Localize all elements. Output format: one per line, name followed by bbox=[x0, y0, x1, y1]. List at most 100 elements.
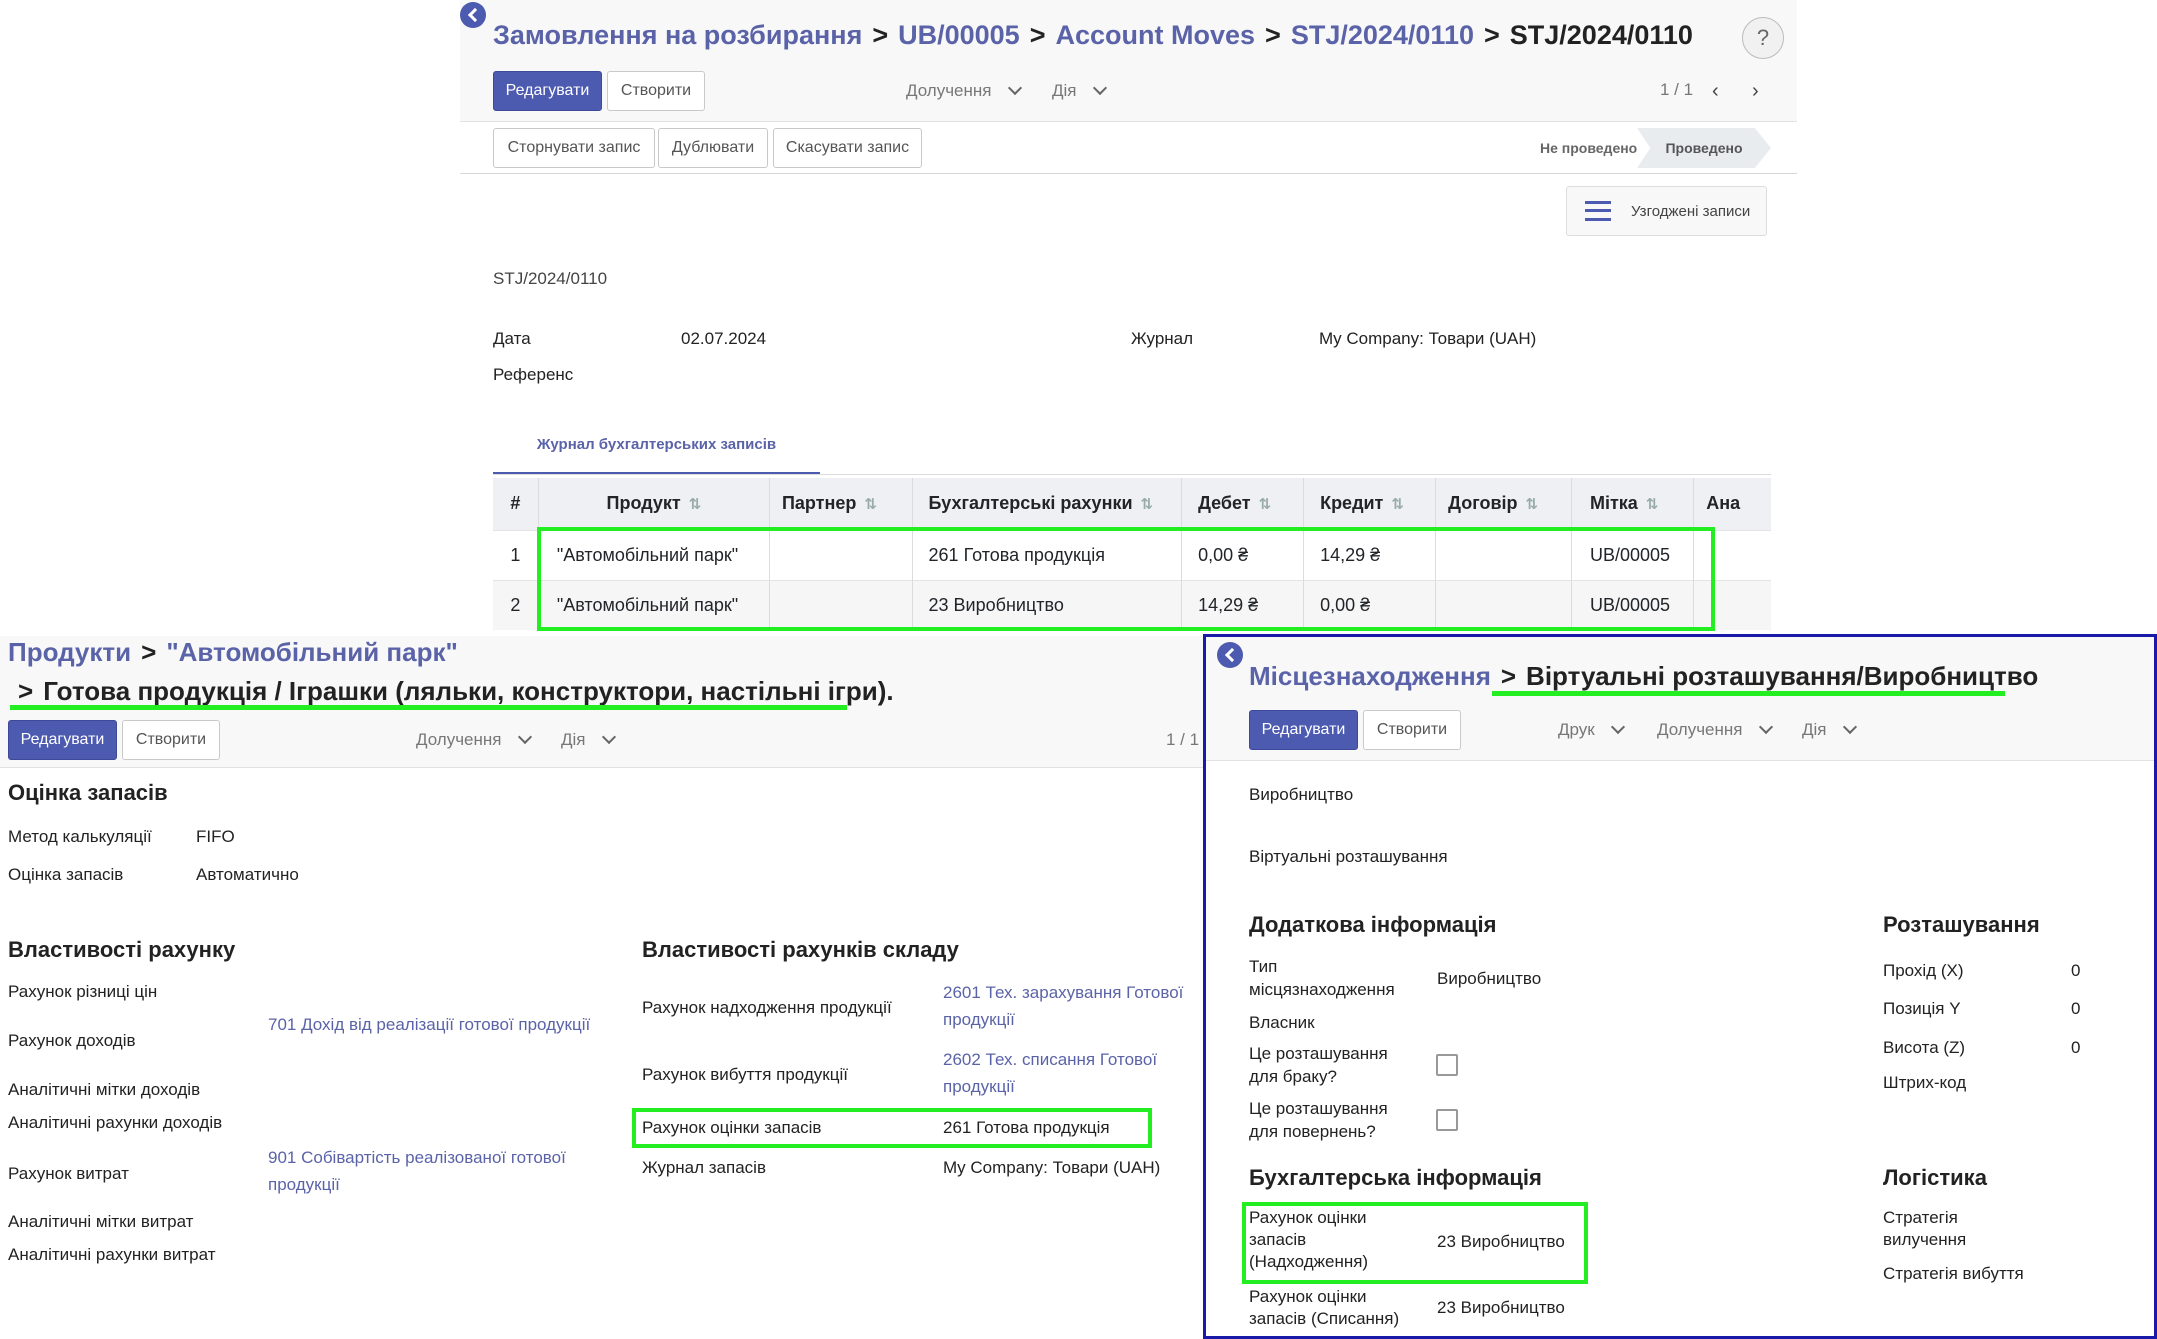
col-debit[interactable]: Дебет ⇅ bbox=[1181, 478, 1305, 530]
status-draft[interactable]: Не проведено bbox=[1540, 140, 1637, 156]
field-label: Стратегія вилучення bbox=[1883, 1208, 1967, 1250]
back-icon[interactable] bbox=[460, 2, 486, 28]
tab-journal-items[interactable]: Журнал бухгалтерських записів bbox=[493, 434, 820, 474]
cancel-entry-button[interactable]: Скасувати запис bbox=[773, 128, 922, 168]
entry-name: STJ/2024/0110 bbox=[493, 269, 608, 288]
sort-icon: ⇅ bbox=[1258, 496, 1272, 514]
sort-icon: ⇅ bbox=[1140, 496, 1154, 514]
col-credit[interactable]: Кредит ⇅ bbox=[1303, 478, 1437, 530]
pos-y-value[interactable]: 0 bbox=[2071, 998, 2080, 1021]
breadcrumb-current: STJ/2024/0110 bbox=[1509, 20, 1693, 50]
reconciled-button[interactable]: Узгоджені записи bbox=[1566, 186, 1767, 236]
attachments-dropdown[interactable]: Долучення bbox=[1657, 719, 1773, 740]
col-product[interactable]: Продукт ⇅ bbox=[538, 478, 770, 530]
attachments-dropdown[interactable]: Долучення bbox=[416, 729, 532, 750]
journal-value[interactable]: My Company: Товари (UAH) bbox=[1319, 328, 1536, 351]
field-label: Аналітичні рахунки витрат bbox=[8, 1245, 216, 1264]
action-dropdown[interactable]: Дія bbox=[561, 729, 616, 750]
pager-value: 1 / 1 bbox=[1166, 730, 1200, 749]
col-partner[interactable]: Партнер ⇅ bbox=[769, 478, 913, 530]
dropdown-label: Долучення bbox=[416, 730, 502, 749]
highlight-underline bbox=[10, 705, 847, 710]
breadcrumb: Замовлення на розбирання > UB/00005 > Acco… bbox=[493, 20, 1693, 51]
field-label: Власник bbox=[1249, 1013, 1315, 1032]
reverse-button[interactable]: Сторнувати запис bbox=[493, 128, 655, 168]
field-label: Тип місцязнаходження bbox=[1249, 957, 1395, 999]
action-dropdown[interactable]: Дія bbox=[1052, 80, 1107, 101]
income-account-link[interactable]: 701 Дохід від реалізації готової продукц… bbox=[268, 1011, 598, 1038]
location-type-value[interactable]: Виробництво bbox=[1437, 968, 1541, 991]
return-checkbox[interactable] bbox=[1436, 1109, 1458, 1131]
pos-z-value[interactable]: 0 bbox=[2071, 1037, 2080, 1060]
col-number: # bbox=[493, 478, 539, 530]
expense-account-link[interactable]: 901 Собівартість реалізованої готової пр… bbox=[268, 1144, 598, 1198]
col-analytic[interactable]: Ана bbox=[1693, 478, 1771, 530]
breadcrumb-item[interactable]: Account Moves bbox=[1055, 20, 1255, 51]
field-label: Оцінка запасів bbox=[8, 865, 124, 884]
status-posted[interactable]: Проведено bbox=[1637, 128, 1771, 168]
col-label: Кредит bbox=[1320, 493, 1384, 514]
field-label: Рахунок оцінки запасів (Списання) bbox=[1249, 1287, 1400, 1329]
field-label: Аналітичні мітки витрат bbox=[8, 1212, 194, 1231]
action-dropdown[interactable]: Дія bbox=[1802, 719, 1857, 740]
create-button[interactable]: Створити bbox=[1363, 710, 1461, 750]
field-label: Висота (Z) bbox=[1883, 1038, 1966, 1057]
pager-prev-icon[interactable]: ‹ bbox=[1712, 80, 1719, 103]
sort-icon: ⇅ bbox=[1525, 496, 1539, 514]
col-account[interactable]: Бухгалтерські рахунки ⇅ bbox=[912, 478, 1183, 530]
breadcrumb-item[interactable]: STJ/2024/0110 bbox=[1291, 20, 1474, 51]
breadcrumb-item[interactable]: "Автомобільний парк" bbox=[166, 637, 458, 668]
dropdown-label: Друк bbox=[1558, 720, 1595, 739]
breadcrumb-item[interactable]: Продукти bbox=[8, 637, 131, 668]
breadcrumb-current: Віртуальні розташування/Виробництво bbox=[1526, 661, 2039, 691]
col-label-tag[interactable]: Мітка ⇅ bbox=[1571, 478, 1695, 530]
breadcrumb-item[interactable]: Місцезнаходження bbox=[1249, 661, 1491, 692]
attachments-dropdown[interactable]: Долучення bbox=[906, 80, 1022, 101]
highlight-box bbox=[1242, 1202, 1588, 1284]
valuation-out-link[interactable]: 23 Виробництво bbox=[1437, 1297, 1565, 1320]
section-title: Розташування bbox=[1883, 912, 2040, 937]
breadcrumb-current: > Готова продукція / Іграшки (ляльки, кон… bbox=[18, 676, 894, 706]
scrap-checkbox[interactable] bbox=[1436, 1054, 1458, 1076]
duplicate-button[interactable]: Дублювати bbox=[658, 128, 768, 168]
print-dropdown[interactable]: Друк bbox=[1558, 719, 1625, 740]
field-label: Аналітичні рахунки доходів bbox=[8, 1113, 223, 1132]
sort-icon: ⇅ bbox=[1391, 496, 1404, 514]
col-contract[interactable]: Договір ⇅ bbox=[1435, 478, 1572, 530]
stock-output-link[interactable]: 2602 Тех. списання Готової продукції bbox=[943, 1046, 1203, 1100]
field-label: Рахунок різниці цін bbox=[8, 982, 158, 1001]
section-title: Властивості рахунків складу bbox=[642, 937, 959, 962]
col-label: Дебет bbox=[1198, 493, 1251, 514]
edit-button[interactable]: Редагувати bbox=[493, 71, 602, 111]
pos-x-value[interactable]: 0 bbox=[2071, 960, 2080, 983]
pager-next-icon[interactable]: › bbox=[1752, 80, 1759, 103]
field-label: Рахунок надходження продукції bbox=[642, 998, 892, 1017]
valuation-value[interactable]: Автоматично bbox=[196, 864, 299, 887]
dropdown-label: Дія bbox=[1802, 720, 1827, 739]
sort-icon: ⇅ bbox=[1645, 496, 1659, 514]
breadcrumb-current-text: Готова продукція / Іграшки (ляльки, конс… bbox=[43, 676, 894, 706]
cost-method-value[interactable]: FIFO bbox=[196, 826, 235, 849]
location-name[interactable]: Виробництво bbox=[1249, 784, 1353, 807]
stock-journal-link[interactable]: My Company: Товари (UAH) bbox=[943, 1157, 1160, 1180]
stock-input-link[interactable]: 2601 Тех. зарахування Готової продукції bbox=[943, 979, 1203, 1033]
breadcrumb-item[interactable]: Замовлення на розбирання bbox=[493, 20, 862, 51]
create-button[interactable]: Створити bbox=[607, 71, 705, 111]
date-value[interactable]: 02.07.2024 bbox=[681, 328, 766, 351]
dropdown-label: Дія bbox=[1052, 81, 1077, 100]
edit-button[interactable]: Редагувати bbox=[8, 720, 117, 760]
dropdown-label: Долучення bbox=[906, 81, 992, 100]
field-label: Штрих-код bbox=[1883, 1073, 1967, 1092]
parent-location-link[interactable]: Віртуальні розташування bbox=[1249, 846, 1448, 869]
help-icon[interactable]: ? bbox=[1742, 17, 1784, 59]
section-title: Оцінка запасів bbox=[8, 780, 168, 805]
cell: 2 bbox=[493, 579, 539, 630]
col-label: Продукт bbox=[606, 493, 681, 514]
edit-button[interactable]: Редагувати bbox=[1249, 710, 1358, 750]
breadcrumb-item[interactable]: UB/00005 bbox=[898, 20, 1020, 51]
section-title: Логістика bbox=[1883, 1165, 1987, 1190]
field-label: Це розташування для браку? bbox=[1249, 1044, 1388, 1086]
reference-label: Референс bbox=[493, 365, 574, 384]
create-button[interactable]: Створити bbox=[122, 720, 220, 760]
back-icon[interactable] bbox=[1217, 642, 1243, 668]
